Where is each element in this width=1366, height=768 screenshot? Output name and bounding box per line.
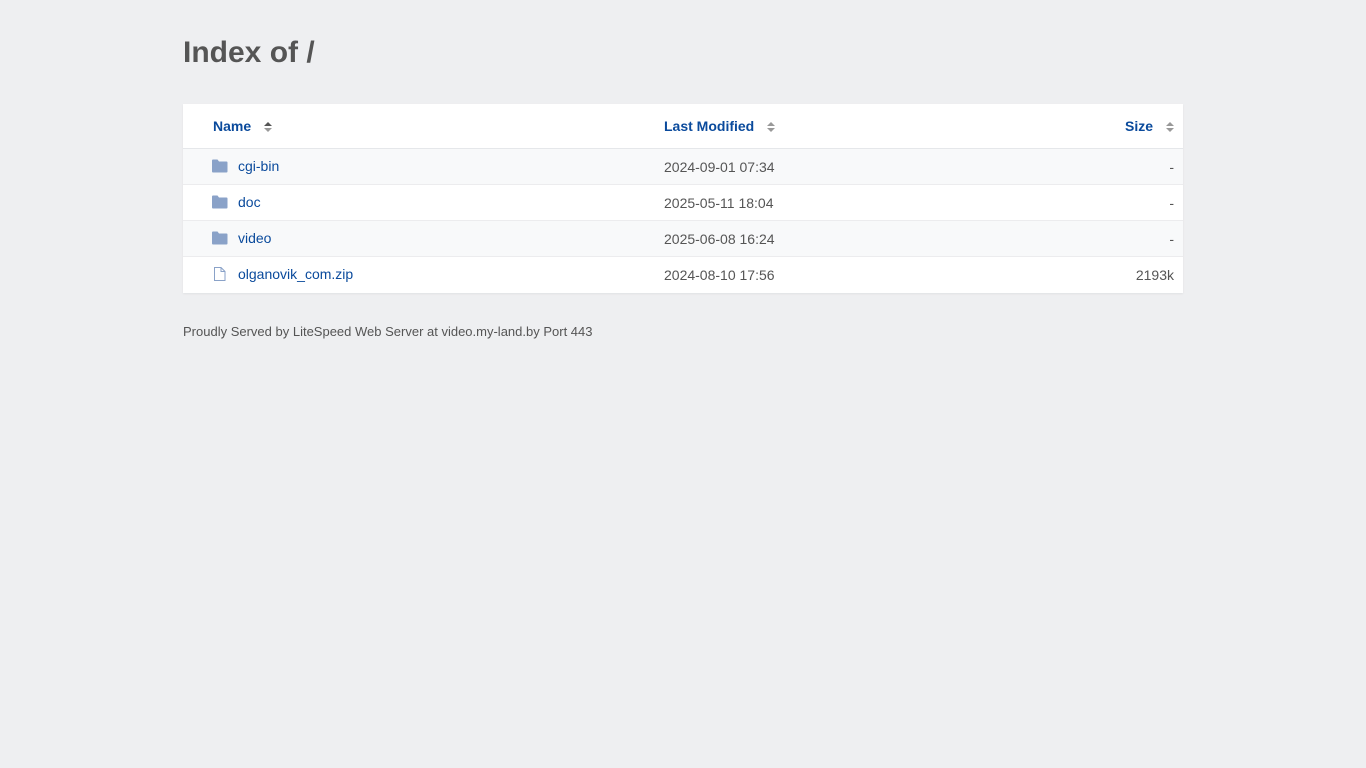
- name-cell: video: [183, 220, 664, 257]
- page-title: Index of /: [183, 36, 315, 69]
- table-header-row: Name Last Modified Size: [183, 104, 1183, 149]
- column-header-last-modified: Last Modified: [664, 104, 1024, 149]
- entry-name: doc: [238, 193, 261, 210]
- folder-icon: [211, 159, 228, 173]
- listing-table: Name Last Modified Size cgi-bin 2024-09-…: [183, 104, 1183, 293]
- modified-cell: 2024-09-01 07:34: [664, 148, 1024, 185]
- entry-name: cgi-bin: [238, 157, 280, 174]
- size-cell: -: [1024, 220, 1183, 257]
- entry-name: olganovik_com.zip: [238, 265, 354, 282]
- entry-link-cgi-bin[interactable]: cgi-bin: [211, 158, 279, 174]
- modified-cell: 2025-05-11 18:04: [664, 184, 1024, 221]
- sort-by-last-modified-link[interactable]: Last Modified: [664, 118, 776, 134]
- column-header-size: Size: [1024, 104, 1183, 149]
- sort-icon: [264, 122, 273, 132]
- entry-link-video[interactable]: video: [211, 230, 271, 246]
- table-row: cgi-bin 2024-09-01 07:34 -: [183, 148, 1183, 185]
- sort-icon: [767, 122, 776, 132]
- modified-cell: 2024-08-10 17:56: [664, 266, 775, 283]
- column-header-size-label: Size: [1124, 118, 1153, 134]
- file-icon: [211, 266, 228, 281]
- entry-name: video: [238, 229, 272, 246]
- entry-link-doc[interactable]: doc: [211, 194, 261, 210]
- column-header-name: Name: [183, 104, 664, 149]
- sort-by-name-link[interactable]: Name: [213, 118, 273, 134]
- sort-icon: [1166, 122, 1174, 132]
- size-cell: -: [1024, 184, 1183, 221]
- entry-link-olganovik-com-zip[interactable]: olganovik_com.zip: [211, 266, 353, 282]
- name-cell: olganovik_com.zip: [183, 257, 664, 293]
- sort-by-size-link[interactable]: Size: [1125, 118, 1174, 134]
- name-cell: doc: [183, 184, 664, 221]
- directory-listing: Name Last Modified Size cgi-bin 2024-09-…: [183, 104, 1183, 293]
- size-cell: -: [1024, 148, 1183, 185]
- table-row: video 2025-06-08 16:24 -: [183, 220, 1183, 257]
- server-footer: Proudly Served by LiteSpeed Web Server a…: [183, 324, 593, 339]
- folder-icon: [211, 195, 228, 209]
- column-header-last-modified-label: Last Modified: [664, 118, 755, 134]
- column-header-name-label: Name: [213, 118, 252, 134]
- table-row: doc 2025-05-11 18:04 -: [183, 184, 1183, 221]
- modified-cell: 2025-06-08 16:24: [664, 220, 1024, 257]
- folder-icon: [211, 231, 228, 245]
- name-cell: cgi-bin: [183, 148, 664, 185]
- size-cell: 2193k: [1135, 266, 1174, 283]
- table-row: olganovik_com.zip 2024-08-10 17:56 2193k: [183, 256, 1183, 293]
